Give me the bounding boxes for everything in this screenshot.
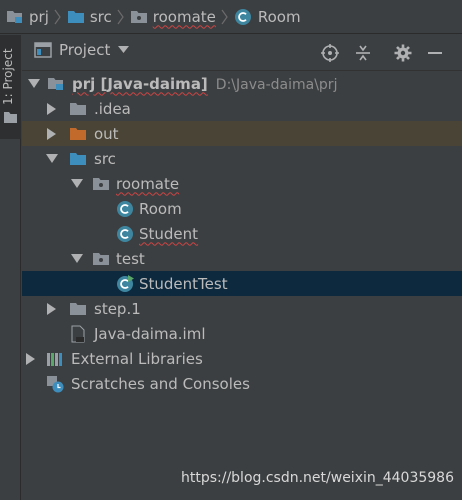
collapsed-arrow-icon[interactable] <box>25 352 37 365</box>
locate-icon[interactable] <box>320 43 340 63</box>
chevron-down-icon <box>118 42 130 58</box>
breadcrumb-label: Room <box>257 7 301 26</box>
project-panel-header: Project <box>22 35 462 71</box>
breadcrumb-roomate[interactable]: roomate <box>130 0 216 34</box>
folder-icon <box>69 300 87 318</box>
breadcrumb-label: roomate <box>152 7 216 26</box>
class-icon <box>116 200 134 218</box>
tree-node-label: test <box>116 249 145 268</box>
breadcrumb-prj[interactable]: prj <box>6 0 49 34</box>
expanded-arrow-icon[interactable] <box>28 78 40 90</box>
gear-icon[interactable] <box>393 43 413 63</box>
breadcrumb-room[interactable]: Room <box>234 0 301 34</box>
breadcrumb-label: src <box>89 7 112 26</box>
project-tool-tab[interactable]: 1: Project <box>0 35 21 139</box>
navigation-bar: prj src roomate Room <box>0 0 462 34</box>
package-icon <box>92 175 110 193</box>
source-folder-icon <box>69 150 87 168</box>
tree-node-scratches[interactable]: Scratches and Consoles <box>22 371 462 396</box>
tree-node-src[interactable]: src <box>22 146 462 171</box>
tree-node-student[interactable]: Student <box>22 221 462 246</box>
expanded-arrow-icon[interactable] <box>71 178 83 190</box>
tree-node-test[interactable]: test <box>22 246 462 271</box>
tree-node-room[interactable]: Room <box>22 196 462 221</box>
folder-icon <box>69 100 87 118</box>
tree-node-label: prj [Java-daima] <box>72 74 208 93</box>
tree-node-label: Room <box>139 199 182 218</box>
tree-node-label: StudentTest <box>139 274 228 293</box>
view-selector[interactable]: Project <box>34 41 130 59</box>
tree-node-label: out <box>94 124 119 143</box>
tree-node-label: .idea <box>94 99 131 118</box>
chevron-right-icon <box>117 9 124 25</box>
tree-node-step1[interactable]: step.1 <box>22 296 462 321</box>
module-folder-icon <box>47 75 65 93</box>
scratches-icon <box>46 375 64 393</box>
class-icon <box>234 8 252 26</box>
project-tree: prj [Java-daima] D:\Java-daima\prj .idea … <box>22 71 462 500</box>
package-icon <box>130 9 148 25</box>
tree-node-label: roomate <box>116 174 180 193</box>
folder-icon <box>3 111 18 128</box>
tree-node-roomate[interactable]: roomate <box>22 171 462 196</box>
panel-title: Project <box>59 41 111 59</box>
tree-node-label: step.1 <box>94 299 141 318</box>
tree-node-out[interactable]: out <box>22 121 462 146</box>
package-icon <box>92 250 110 268</box>
breadcrumb-src[interactable]: src <box>67 0 112 34</box>
tree-node-label: Scratches and Consoles <box>71 374 250 393</box>
expanded-arrow-icon[interactable] <box>46 153 58 165</box>
left-tool-strip: 1: Project <box>0 35 21 500</box>
tree-node-label: src <box>94 149 116 168</box>
project-tool-tab-label: 1: Project <box>1 48 15 106</box>
tree-node-label: External Libraries <box>71 349 203 368</box>
library-icon <box>46 350 64 368</box>
tree-node-iml[interactable]: Java-daima.iml <box>22 321 462 346</box>
runnable-class-icon <box>116 274 134 293</box>
tree-node-external-libraries[interactable]: External Libraries <box>22 346 462 371</box>
expanded-arrow-icon[interactable] <box>71 253 83 265</box>
tree-node-prj-label-group: prj [Java-daima] D:\Java-daima\prj <box>72 75 337 93</box>
minimize-icon[interactable] <box>425 43 445 63</box>
iml-file-icon <box>69 325 87 343</box>
tree-node-label: Java-daima.iml <box>94 324 206 343</box>
collapsed-arrow-icon[interactable] <box>46 302 58 315</box>
collapsed-arrow-icon[interactable] <box>46 127 58 140</box>
breadcrumb-label: prj <box>29 7 49 26</box>
module-folder-icon <box>6 9 24 25</box>
tree-node-prj[interactable]: prj [Java-daima] D:\Java-daima\prj <box>22 71 462 96</box>
tree-node-idea[interactable]: .idea <box>22 96 462 121</box>
watermark: https://blog.csdn.net/weixin_44035986 <box>180 470 454 486</box>
folder-icon <box>67 9 85 25</box>
collapsed-arrow-icon[interactable] <box>46 102 58 115</box>
chevron-right-icon <box>221 9 228 25</box>
project-view-icon <box>34 41 52 59</box>
tree-node-label: Student <box>139 224 199 243</box>
class-icon <box>116 225 134 243</box>
collapse-all-icon[interactable] <box>353 43 373 63</box>
excluded-folder-icon <box>69 125 87 143</box>
module-path: D:\Java-daima\prj <box>215 76 338 93</box>
tree-node-studenttest[interactable]: StudentTest <box>22 271 462 296</box>
chevron-right-icon <box>54 9 61 25</box>
